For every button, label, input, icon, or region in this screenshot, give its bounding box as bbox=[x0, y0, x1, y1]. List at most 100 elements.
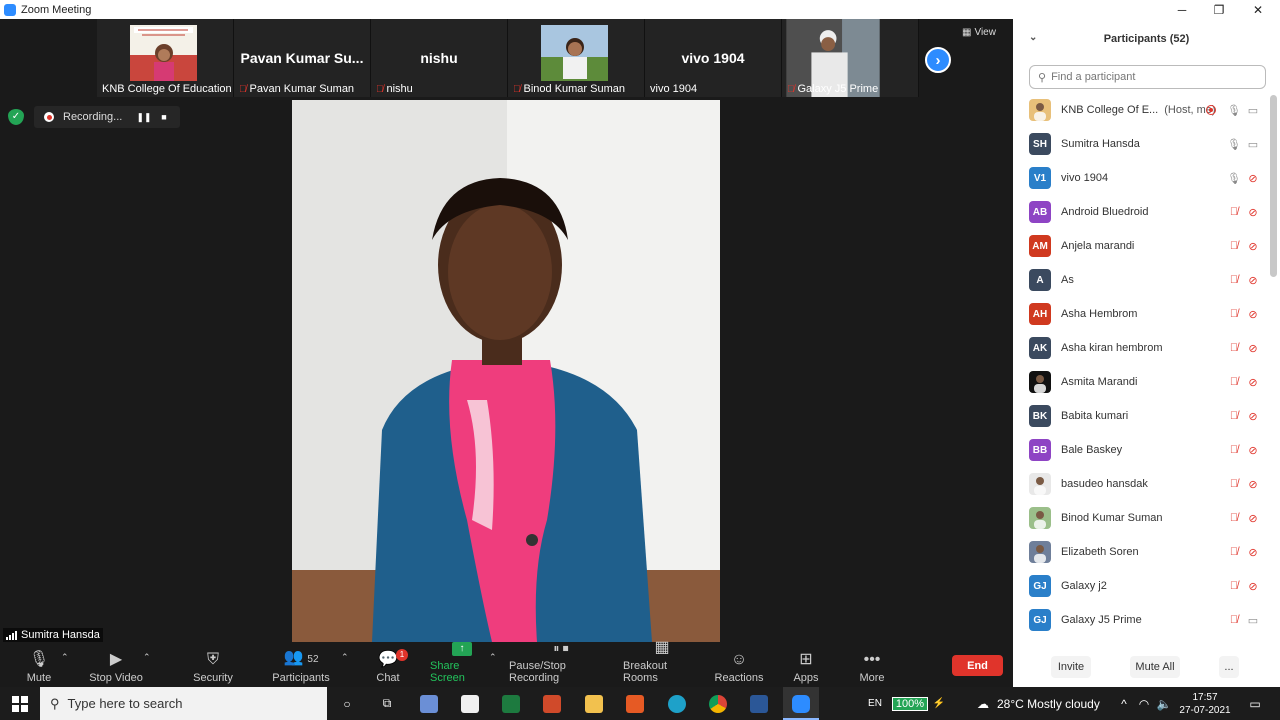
more-button[interactable]: ••• More bbox=[857, 645, 887, 687]
video-off-icon[interactable]: ⊘ bbox=[1244, 546, 1262, 559]
video-camera-icon[interactable]: ▭ bbox=[1244, 138, 1262, 151]
participant-row[interactable]: Asmita Marandi 🎙̸ ⊘ bbox=[1013, 365, 1271, 399]
thumbnail-tile[interactable]: vivo 1904 vivo 1904 bbox=[645, 19, 782, 97]
thumbnail-tile[interactable]: 🎙̸ Binod Kumar Suman bbox=[508, 19, 645, 97]
chat-button[interactable]: 💬 1 Chat bbox=[374, 645, 408, 687]
mic-muted-icon[interactable]: 🎙̸ bbox=[1226, 240, 1242, 252]
taskbar-app[interactable] bbox=[459, 687, 481, 720]
mute-button[interactable]: 🎙 Mute bbox=[22, 645, 56, 687]
taskbar-app[interactable] bbox=[541, 687, 563, 720]
taskbar-app[interactable] bbox=[500, 687, 522, 720]
video-options-caret-icon[interactable]: ⌃ bbox=[143, 652, 151, 663]
participant-row[interactable]: BB Bale Baskey 🎙̸ ⊘ bbox=[1013, 433, 1271, 467]
mic-muted-icon[interactable]: 🎙̸ bbox=[1226, 410, 1242, 422]
weather-text[interactable]: 28°C Mostly cloudy bbox=[997, 687, 1109, 720]
hidden-icons-chevron-icon[interactable]: ^ bbox=[1117, 687, 1131, 720]
video-off-icon[interactable]: ⊘ bbox=[1244, 274, 1262, 287]
participant-row[interactable]: V1 vivo 1904 🎙 ⊘ bbox=[1013, 161, 1271, 195]
security-button[interactable]: ⛨ Security bbox=[190, 645, 236, 687]
breakout-rooms-button[interactable]: ▦ Breakout Rooms bbox=[623, 639, 701, 687]
mic-muted-icon[interactable]: 🎙̸ bbox=[1226, 580, 1242, 592]
thumbnail-tile[interactable]: KNB College Of Education bbox=[97, 19, 234, 97]
participant-search-input[interactable] bbox=[1051, 71, 1252, 83]
microphone-icon[interactable]: 🎙 bbox=[1226, 138, 1242, 151]
maximize-button[interactable]: ❐ bbox=[1199, 0, 1239, 19]
invite-button[interactable]: Invite bbox=[1051, 656, 1091, 678]
thumbnail-tile[interactable]: 🎙̸ Galaxy J5 Prime bbox=[782, 19, 919, 97]
participant-row[interactable]: Elizabeth Soren 🎙̸ ⊘ bbox=[1013, 535, 1271, 569]
video-off-icon[interactable]: ⊘ bbox=[1244, 478, 1262, 491]
participants-button[interactable]: 👥 52 Participants bbox=[270, 645, 332, 687]
participant-row[interactable]: A As 🎙̸ ⊘ bbox=[1013, 263, 1271, 297]
video-off-icon[interactable]: ⊘ bbox=[1244, 512, 1262, 525]
video-camera-icon[interactable]: ▭ bbox=[1244, 614, 1262, 627]
video-off-icon[interactable]: ⊘ bbox=[1244, 342, 1262, 355]
participant-row[interactable]: KNB College Of E... (Host, me) 🎙 ▭ bbox=[1013, 93, 1271, 127]
participant-row[interactable]: GJ Galaxy j2 🎙̸ ⊘ bbox=[1013, 569, 1271, 603]
share-options-caret-icon[interactable]: ⌃ bbox=[489, 652, 497, 663]
participant-row[interactable]: GJ Galaxy J5 Prime 🎙̸ ▭ bbox=[1013, 603, 1271, 637]
volume-icon[interactable]: 🔈 bbox=[1156, 687, 1172, 720]
task-view-button[interactable]: ⧉ bbox=[376, 687, 398, 720]
participant-search[interactable]: ⚲ bbox=[1029, 65, 1266, 89]
stop-video-button[interactable]: ▶︎ Stop Video bbox=[88, 645, 144, 687]
mic-muted-icon[interactable]: 🎙̸ bbox=[1226, 308, 1242, 320]
taskbar-app-zoom[interactable] bbox=[783, 687, 819, 720]
participant-row[interactable]: AK Asha kiran hembrom 🎙̸ ⊘ bbox=[1013, 331, 1271, 365]
reactions-button[interactable]: ☺ Reactions bbox=[715, 645, 764, 687]
next-page-button[interactable]: › bbox=[925, 47, 951, 73]
taskbar-app[interactable] bbox=[583, 687, 605, 720]
end-meeting-button[interactable]: End bbox=[952, 655, 1003, 676]
minimize-button[interactable]: ─ bbox=[1162, 0, 1202, 19]
mic-muted-icon[interactable]: 🎙̸ bbox=[1226, 444, 1242, 456]
microphone-icon[interactable]: 🎙 bbox=[1226, 104, 1242, 117]
panel-more-button[interactable]: ... bbox=[1219, 656, 1239, 678]
taskbar-app[interactable] bbox=[624, 687, 646, 720]
pause-stop-recording-button[interactable]: ⏸ ⏹ Pause/Stop Recording bbox=[509, 641, 613, 687]
network-icon[interactable]: ◠ bbox=[1136, 687, 1152, 720]
mic-muted-icon[interactable]: 🎙̸ bbox=[1226, 274, 1242, 286]
microphone-icon[interactable]: 🎙 bbox=[1226, 172, 1242, 185]
video-off-icon[interactable]: ⊘ bbox=[1244, 172, 1262, 185]
video-off-icon[interactable]: ⊘ bbox=[1244, 410, 1262, 423]
taskbar-app[interactable] bbox=[666, 687, 688, 720]
participant-row[interactable]: BK Babita kumari 🎙̸ ⊘ bbox=[1013, 399, 1271, 433]
participant-row[interactable]: AH Asha Hembrom 🎙̸ ⊘ bbox=[1013, 297, 1271, 331]
thumbnail-tile[interactable]: Pavan Kumar Su... 🎙̸ Pavan Kumar Suman bbox=[234, 19, 371, 97]
pause-recording-button[interactable]: ❚❚ bbox=[134, 112, 154, 123]
video-off-icon[interactable]: ⊘ bbox=[1244, 240, 1262, 253]
participants-options-caret-icon[interactable]: ⌃ bbox=[341, 652, 349, 663]
participant-list-scrollbar[interactable] bbox=[1270, 95, 1277, 277]
video-off-icon[interactable]: ⊘ bbox=[1244, 580, 1262, 593]
battery-indicator[interactable]: 100% bbox=[889, 687, 931, 720]
input-language[interactable]: EN bbox=[866, 687, 884, 720]
participant-row[interactable]: AB Android Bluedroid 🎙̸ ⊘ bbox=[1013, 195, 1271, 229]
mic-muted-icon[interactable]: 🎙̸ bbox=[1226, 546, 1242, 558]
video-off-icon[interactable]: ⊘ bbox=[1244, 376, 1262, 389]
video-camera-icon[interactable]: ▭ bbox=[1244, 104, 1262, 117]
view-button[interactable]: ▦ View bbox=[962, 27, 996, 38]
cortana-button[interactable]: ○ bbox=[336, 687, 358, 720]
share-screen-button[interactable]: ↑ Share Screen bbox=[430, 642, 494, 687]
taskbar-app[interactable] bbox=[418, 687, 440, 720]
video-off-icon[interactable]: ⊘ bbox=[1244, 444, 1262, 457]
encryption-shield-icon[interactable]: ✓ bbox=[8, 109, 24, 125]
mic-muted-icon[interactable]: 🎙̸ bbox=[1226, 614, 1242, 626]
system-clock[interactable]: 17:57 27-07-2021 bbox=[1175, 687, 1235, 720]
apps-button[interactable]: ⊞ Apps bbox=[791, 645, 821, 687]
mic-muted-icon[interactable]: 🎙̸ bbox=[1226, 206, 1242, 218]
thumbnail-tile[interactable]: nishu 🎙̸ nishu bbox=[371, 19, 508, 97]
participant-row[interactable]: Binod Kumar Suman 🎙̸ ⊘ bbox=[1013, 501, 1271, 535]
start-button[interactable] bbox=[8, 687, 32, 720]
taskbar-app[interactable] bbox=[707, 687, 729, 720]
mute-all-button[interactable]: Mute All bbox=[1130, 656, 1180, 678]
participant-row[interactable]: SH Sumitra Hansda 🎙 ▭ bbox=[1013, 127, 1271, 161]
mic-muted-icon[interactable]: 🎙̸ bbox=[1226, 512, 1242, 524]
participant-row[interactable]: basudeo hansdak 🎙̸ ⊘ bbox=[1013, 467, 1271, 501]
notification-center-icon[interactable]: ▭ bbox=[1245, 687, 1265, 720]
stop-recording-button[interactable]: ■ bbox=[154, 112, 174, 122]
taskbar-search[interactable]: ⚲ Type here to search bbox=[40, 687, 327, 720]
audio-options-caret-icon[interactable]: ⌃ bbox=[61, 652, 69, 663]
participant-row[interactable]: AM Anjela marandi 🎙̸ ⊘ bbox=[1013, 229, 1271, 263]
close-button[interactable]: ✕ bbox=[1238, 0, 1278, 19]
